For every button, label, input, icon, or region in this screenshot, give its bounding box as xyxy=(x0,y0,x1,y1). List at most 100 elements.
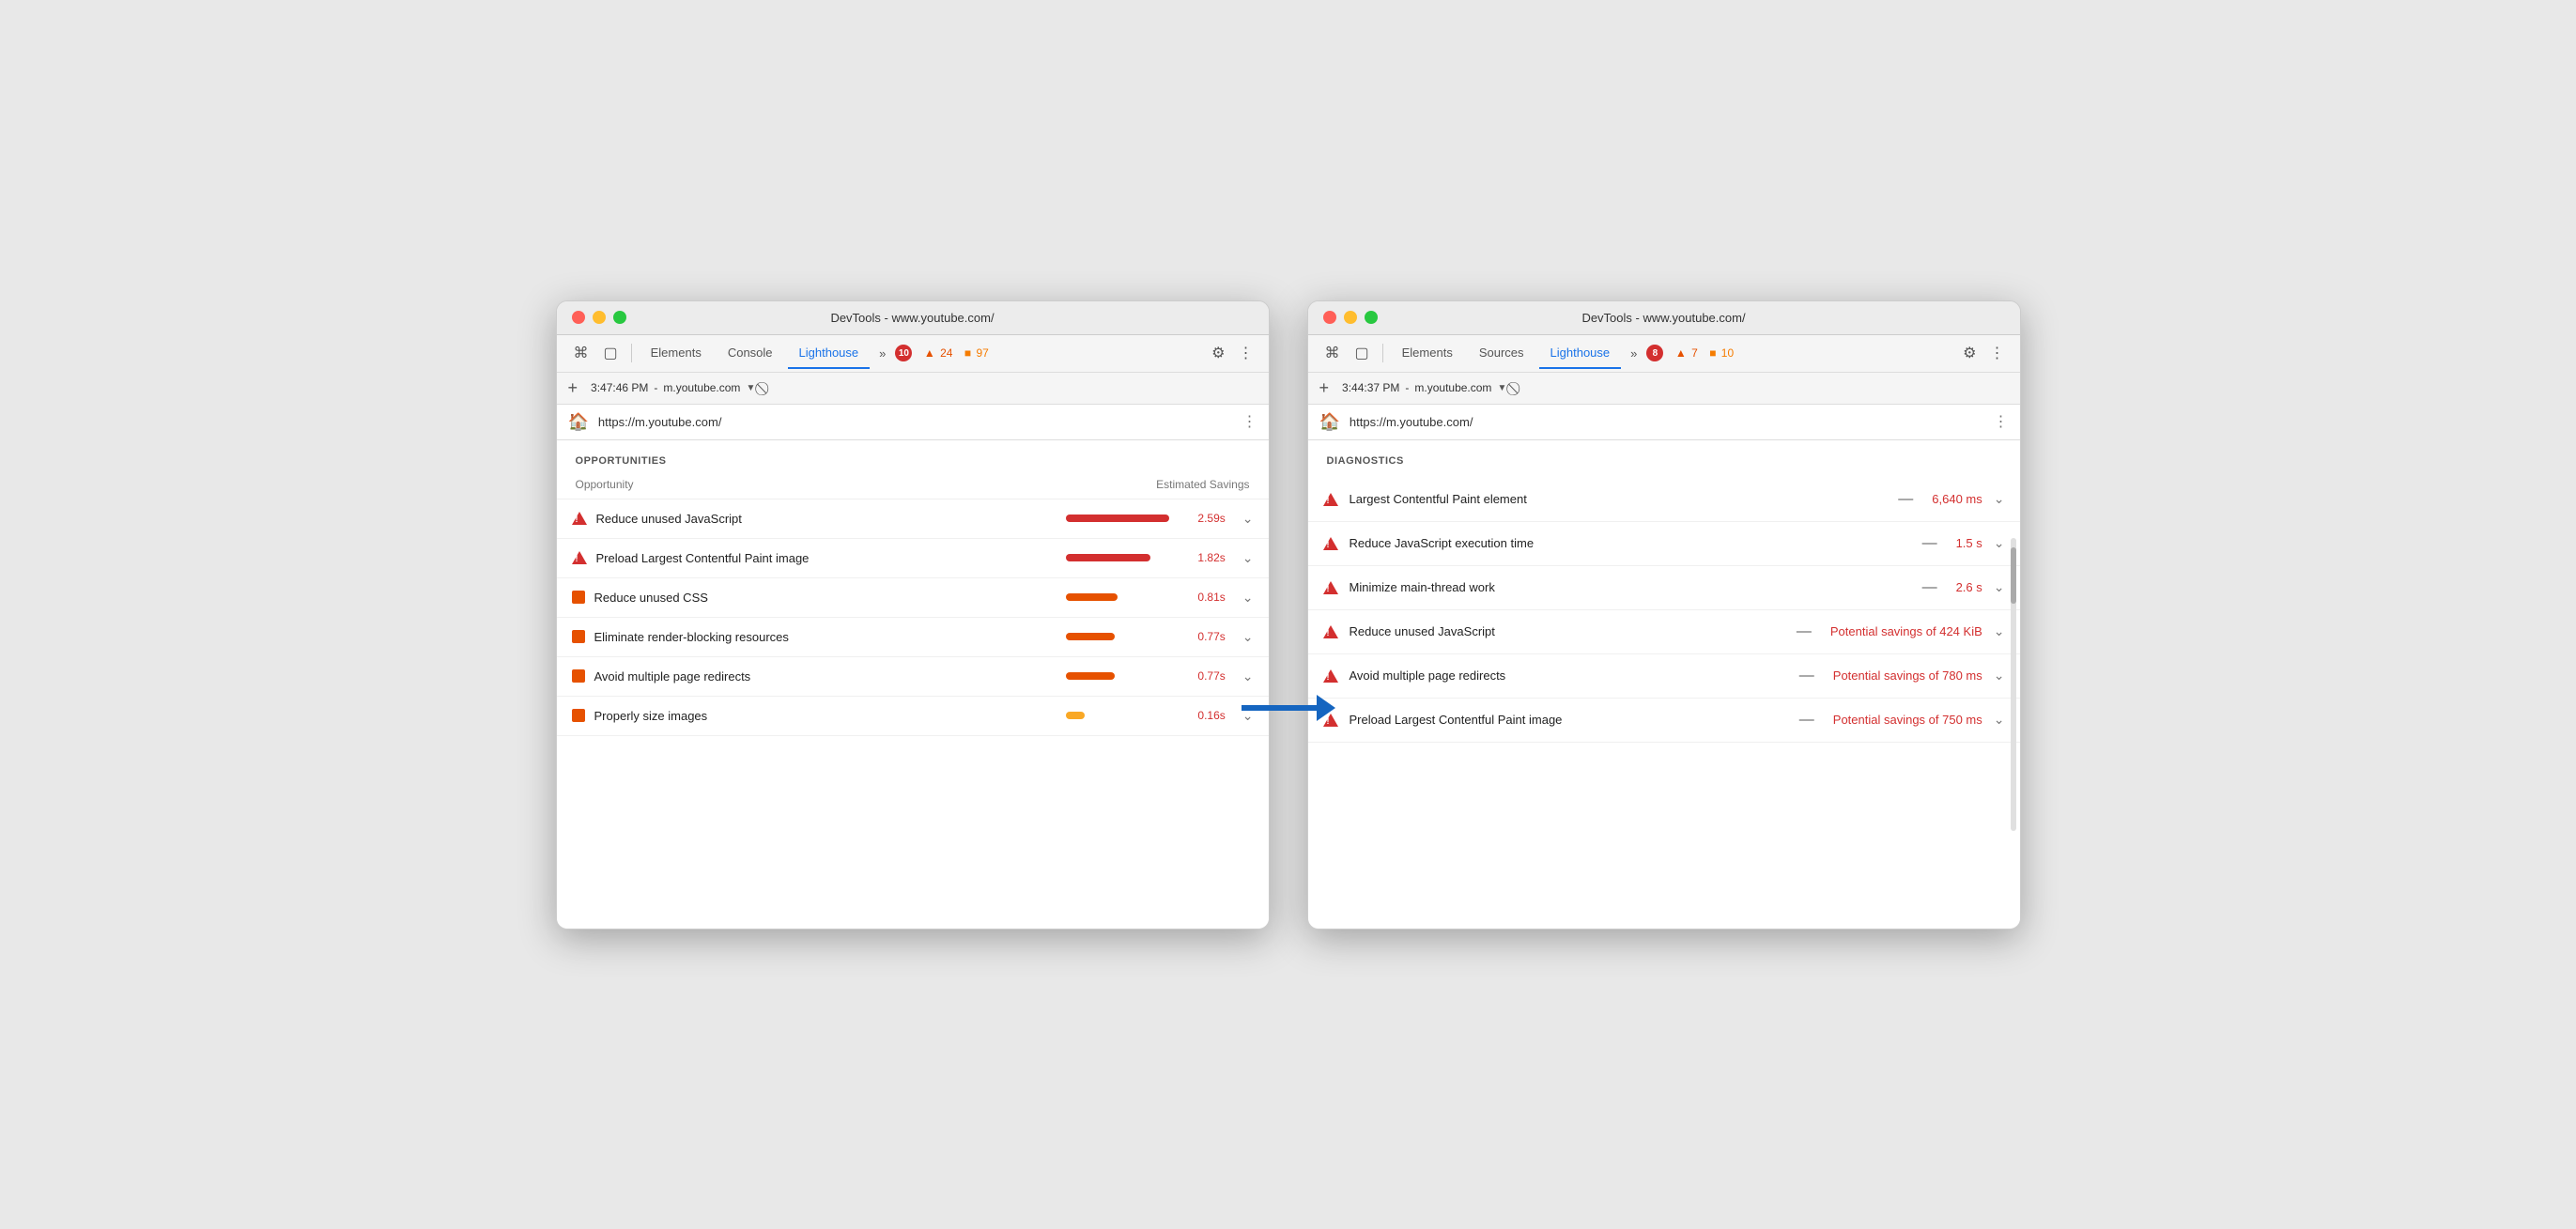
audit-bar-3 xyxy=(1066,633,1115,640)
right-window-controls xyxy=(1323,311,1378,324)
right-cursor-icon[interactable]: ⌘ xyxy=(1319,344,1346,362)
close-button[interactable] xyxy=(572,311,585,324)
right-tab-more-button[interactable]: » xyxy=(1625,346,1643,361)
red-triangle-icon-1 xyxy=(572,551,587,564)
diagnostics-title: DIAGNOSTICS xyxy=(1308,455,2020,478)
diag-value-2: 2.6 s xyxy=(1956,580,1982,594)
diag-separator-2: — xyxy=(1922,579,1937,596)
right-minimize-button[interactable] xyxy=(1344,311,1357,324)
chevron-down-icon-2[interactable]: ⌄ xyxy=(1242,590,1254,606)
diag-chevron-1[interactable]: ⌄ xyxy=(1994,535,2005,551)
diag-chevron-4[interactable]: ⌄ xyxy=(1994,668,2005,684)
audit-bar-container-0 xyxy=(1066,515,1179,522)
diag-chevron-2[interactable]: ⌄ xyxy=(1994,579,2005,595)
tab-more-button[interactable]: » xyxy=(873,346,891,361)
right-page-url: https://m.youtube.com/ xyxy=(1350,415,1984,429)
right-time-url-bar: 3:44:37 PM - m.youtube.com ▼ xyxy=(1342,381,1506,394)
orange-square-icon-3 xyxy=(572,630,585,643)
diag-chevron-0[interactable]: ⌄ xyxy=(1994,491,2005,507)
diag-chevron-5[interactable]: ⌄ xyxy=(1994,712,2005,728)
left-title-bar: DevTools - www.youtube.com/ xyxy=(557,301,1269,335)
orange-square-icon-4 xyxy=(572,669,585,683)
diag-item-lcp: Largest Contentful Paint element — 6,640… xyxy=(1308,478,2020,522)
right-tab-lighthouse[interactable]: Lighthouse xyxy=(1539,338,1622,369)
right-badge-red: 8 xyxy=(1646,345,1663,361)
scrollbar-thumb[interactable] xyxy=(2011,547,2016,604)
url-more-icon[interactable]: ⋮ xyxy=(1242,412,1257,431)
left-url-bar: 🏠 https://m.youtube.com/ ⋮ xyxy=(557,405,1269,440)
right-badge-yellow: ■ 10 xyxy=(1709,346,1734,360)
url-display: m.youtube.com xyxy=(663,381,740,394)
scrollbar-track[interactable] xyxy=(2011,538,2016,831)
right-badge-orange: ▲ 7 xyxy=(1675,346,1698,360)
inspect-icon[interactable]: ▢ xyxy=(598,344,624,362)
chevron-down-icon-3[interactable]: ⌄ xyxy=(1242,629,1254,645)
audit-item-images: Properly size images 0.16s ⌄ xyxy=(557,697,1269,736)
diag-separator-1: — xyxy=(1922,535,1937,552)
audit-label-5: Properly size images xyxy=(594,709,1057,723)
audit-bar-container-1 xyxy=(1066,554,1179,561)
right-url-dropdown-icon[interactable]: ▼ xyxy=(1497,383,1506,393)
tab-lighthouse[interactable]: Lighthouse xyxy=(788,338,871,369)
maximize-button[interactable] xyxy=(613,311,626,324)
audit-bar-1 xyxy=(1066,554,1150,561)
audit-savings-0: 2.59s xyxy=(1188,512,1226,525)
diag-separator-4: — xyxy=(1799,668,1814,684)
right-url-more-icon[interactable]: ⋮ xyxy=(1994,412,2009,431)
right-url-display: m.youtube.com xyxy=(1414,381,1491,394)
timestamp: 3:47:46 PM xyxy=(591,381,648,394)
diag-red-triangle-3 xyxy=(1323,625,1338,638)
diag-value-5: Potential savings of 750 ms xyxy=(1833,713,1982,727)
right-close-button[interactable] xyxy=(1323,311,1336,324)
audit-bar-container-2 xyxy=(1066,593,1179,601)
right-add-tab-button[interactable]: + xyxy=(1319,378,1330,398)
audit-label-2: Reduce unused CSS xyxy=(594,591,1057,605)
left-window-title: DevTools - www.youtube.com/ xyxy=(830,311,994,325)
chevron-down-icon-4[interactable]: ⌄ xyxy=(1242,668,1254,684)
tab-elements[interactable]: Elements xyxy=(640,338,713,369)
right-tab-sources[interactable]: Sources xyxy=(1468,338,1535,369)
diag-item-preload-lcp: Preload Largest Contentful Paint image —… xyxy=(1308,699,2020,743)
right-content-area: DIAGNOSTICS Largest Contentful Paint ele… xyxy=(1308,440,2020,929)
tab-console[interactable]: Console xyxy=(717,338,784,369)
audit-item-preload: Preload Largest Contentful Paint image 1… xyxy=(557,539,1269,578)
audit-label-3: Eliminate render-blocking resources xyxy=(594,630,1057,644)
arrow-head xyxy=(1317,695,1335,721)
diag-red-triangle-1 xyxy=(1323,537,1338,550)
audit-bar-container-5 xyxy=(1066,712,1179,719)
right-tab-elements[interactable]: Elements xyxy=(1391,338,1464,369)
audit-savings-1: 1.82s xyxy=(1188,551,1226,564)
right-maximize-button[interactable] xyxy=(1365,311,1378,324)
diag-chevron-3[interactable]: ⌄ xyxy=(1994,623,2005,639)
right-settings-icon[interactable]: ⚙ xyxy=(1957,344,1982,362)
right-url-bar: 🏠 https://m.youtube.com/ ⋮ xyxy=(1308,405,2020,440)
diag-item-page-redirects: Avoid multiple page redirects — Potentia… xyxy=(1308,654,2020,699)
right-tab-bar: ⌘ ▢ Elements Sources Lighthouse » 8 ▲ 7 … xyxy=(1308,335,2020,373)
arrow-body xyxy=(1242,705,1317,711)
diag-red-triangle-0 xyxy=(1323,493,1338,506)
cursor-icon[interactable]: ⌘ xyxy=(568,344,594,362)
minimize-button[interactable] xyxy=(593,311,606,324)
chevron-down-icon-1[interactable]: ⌄ xyxy=(1242,550,1254,566)
right-more-vert-icon[interactable]: ⋮ xyxy=(1986,344,2009,362)
left-window-controls xyxy=(572,311,626,324)
url-dropdown-icon[interactable]: ▼ xyxy=(746,383,755,393)
right-title-bar: DevTools - www.youtube.com/ xyxy=(1308,301,2020,335)
diag-red-triangle-2 xyxy=(1323,581,1338,594)
right-devtools-window: DevTools - www.youtube.com/ ⌘ ▢ Elements… xyxy=(1307,300,2021,929)
chevron-down-icon-0[interactable]: ⌄ xyxy=(1242,511,1254,527)
add-tab-button[interactable]: + xyxy=(568,378,578,398)
audit-item-reduce-js: Reduce unused JavaScript 2.59s ⌄ xyxy=(557,499,1269,539)
audit-item-render-blocking: Eliminate render-blocking resources 0.77… xyxy=(557,618,1269,657)
settings-icon[interactable]: ⚙ xyxy=(1206,344,1230,362)
audit-bar-2 xyxy=(1066,593,1118,601)
diag-red-triangle-4 xyxy=(1323,669,1338,683)
diag-item-unused-js: Reduce unused JavaScript — Potential sav… xyxy=(1308,610,2020,654)
audit-bar-5 xyxy=(1066,712,1085,719)
audit-savings-5: 0.16s xyxy=(1188,709,1226,722)
right-inspect-icon[interactable]: ▢ xyxy=(1350,344,1375,362)
column-headers: Opportunity Estimated Savings xyxy=(557,478,1269,499)
diag-value-4: Potential savings of 780 ms xyxy=(1833,668,1982,683)
more-vert-icon[interactable]: ⋮ xyxy=(1235,344,1257,362)
diag-label-5: Preload Largest Contentful Paint image xyxy=(1350,713,1784,727)
